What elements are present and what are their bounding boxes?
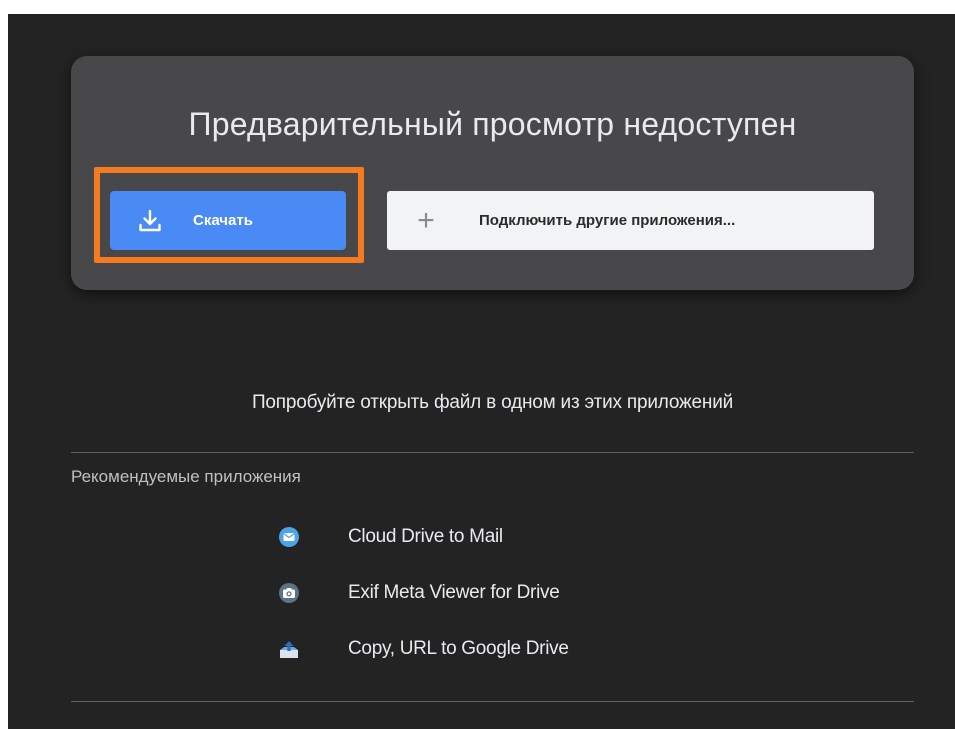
app-item-cloud-drive-to-mail[interactable]: Cloud Drive to Mail <box>278 522 503 552</box>
preview-viewport: Предварительный просмотр недоступен Скач… <box>8 14 955 729</box>
download-icon <box>137 208 163 234</box>
app-label: Exif Meta Viewer for Drive <box>348 582 560 603</box>
app-item-exif-meta-viewer[interactable]: Exif Meta Viewer for Drive <box>278 578 560 608</box>
camera-icon <box>278 582 300 604</box>
section-divider-bottom <box>71 701 914 702</box>
cloud-upload-icon <box>278 638 300 660</box>
mail-icon <box>278 526 300 548</box>
app-label: Copy, URL to Google Drive <box>348 638 569 659</box>
app-label: Cloud Drive to Mail <box>348 526 503 547</box>
section-divider-top <box>71 452 914 453</box>
preview-unavailable-card: Предварительный просмотр недоступен Скач… <box>71 56 914 290</box>
preview-unavailable-title: Предварительный просмотр недоступен <box>188 106 797 142</box>
open-with-prompt: Попробуйте открыть файл в одном из этих … <box>251 392 734 413</box>
plus-icon: + <box>417 203 435 237</box>
app-item-copy-url-to-google-drive[interactable]: Copy, URL to Google Drive <box>278 634 569 664</box>
download-button[interactable]: Скачать <box>110 191 346 250</box>
connect-other-apps-button[interactable]: + Подключить другие приложения... <box>387 191 874 250</box>
recommended-apps-heading: Рекомендуемые приложения <box>71 467 301 486</box>
connect-other-apps-label: Подключить другие приложения... <box>479 212 736 229</box>
download-button-label: Скачать <box>193 212 253 229</box>
